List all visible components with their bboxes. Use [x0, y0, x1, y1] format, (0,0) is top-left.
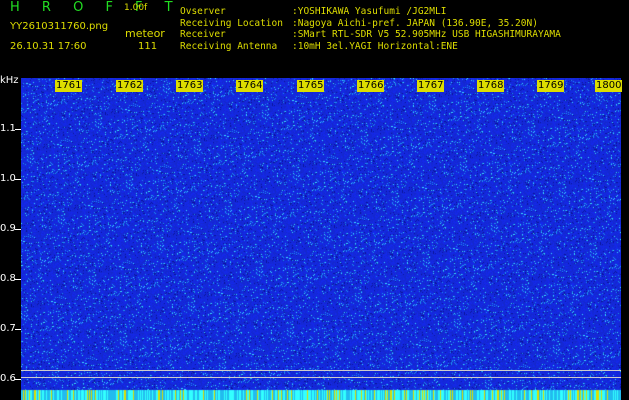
- y-tick-mark: [15, 229, 21, 230]
- info-row-observer: Ovserver :YOSHIKAWA Yasufumi /JG2MLI: [180, 6, 561, 18]
- x-tick-label: 1765: [297, 80, 325, 92]
- x-tick-label: 1761: [55, 80, 83, 92]
- info-key: Receiver: [180, 29, 226, 40]
- y-axis-unit: kHz: [0, 75, 19, 86]
- image-filename: YY2610311760.png: [10, 21, 109, 32]
- y-tick-label: 0.8: [0, 273, 16, 284]
- y-tick-label: 0.6: [0, 373, 16, 384]
- y-tick-mark: [15, 179, 21, 180]
- x-tick-label: 1762: [116, 80, 144, 92]
- app-title: H R O F F T: [10, 0, 182, 15]
- y-tick-mark: [15, 129, 21, 130]
- y-tick-label: 0.9: [0, 223, 16, 234]
- info-key: Ovserver: [180, 6, 226, 17]
- x-tick-label: 1769: [537, 80, 565, 92]
- reference-line-upper: [21, 370, 621, 371]
- station-info: Ovserver :YOSHIKAWA Yasufumi /JG2MLI Rece…: [180, 6, 561, 52]
- app-version: 1.00f: [124, 3, 148, 13]
- spectrogram-canvas: [21, 78, 621, 400]
- y-tick-mark: [15, 329, 21, 330]
- x-tick-label: 1763: [176, 80, 204, 92]
- info-row-location: Receiving Location :Nagoya Aichi-pref. JA…: [180, 18, 561, 30]
- x-tick-label: 1766: [357, 80, 385, 92]
- info-value: :SMart RTL-SDR V5 52.905MHz USB HIGASHIM…: [292, 29, 561, 40]
- info-row-receiver: Receiver :SMart RTL-SDR V5 52.905MHz USB …: [180, 29, 561, 41]
- y-tick-mark: [15, 379, 21, 380]
- meteor-label: meteor: [125, 27, 165, 40]
- x-tick-label: 1764: [236, 80, 264, 92]
- info-key: Receiving Antenna: [180, 40, 278, 52]
- info-row-antenna: Receiving Antenna :10mH 3el.YAGI Horizont…: [180, 41, 561, 53]
- info-value: :10mH 3el.YAGI Horizontal:ENE: [292, 40, 458, 52]
- x-tick-label: 1800: [595, 80, 623, 92]
- x-tick-label: 1767: [417, 80, 445, 92]
- meteor-count: 111: [138, 41, 158, 52]
- info-value: :YOSHIKAWA Yasufumi /JG2MLI: [292, 6, 447, 17]
- info-value: :Nagoya Aichi-pref. JAPAN (136.90E, 35.2…: [292, 17, 538, 29]
- info-key: Receiving Location: [180, 17, 283, 29]
- x-tick-label: 1768: [477, 80, 505, 92]
- y-tick-mark: [15, 279, 21, 280]
- y-tick-label: 0.7: [0, 323, 16, 334]
- capture-datetime: 26.10.31 17:60: [10, 41, 87, 52]
- y-tick-label: 1.0: [0, 173, 16, 184]
- y-tick-label: 1.1: [0, 123, 16, 134]
- reference-line-lower: [21, 377, 621, 378]
